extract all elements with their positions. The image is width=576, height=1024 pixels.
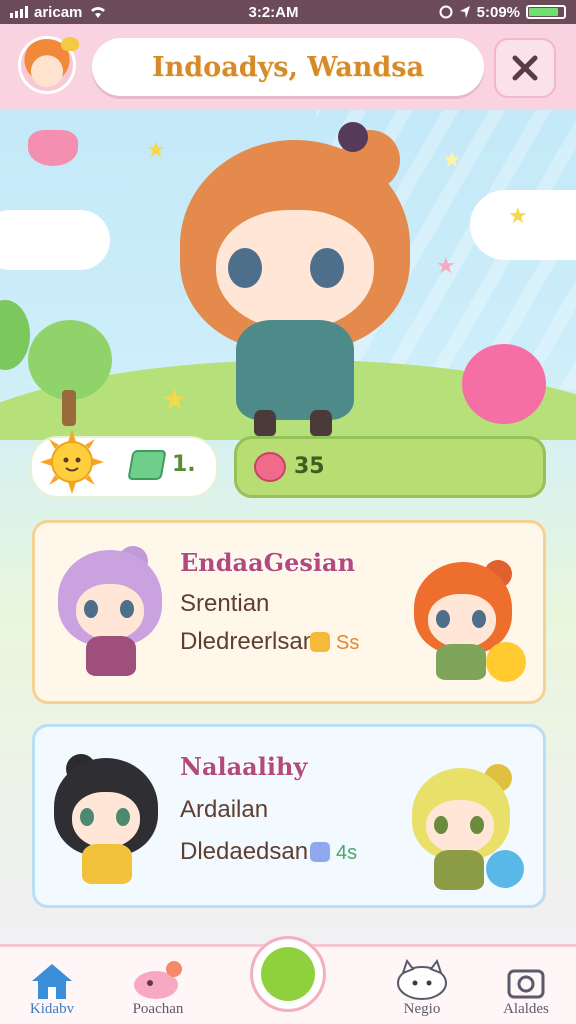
sun-icon	[40, 430, 104, 494]
pink-currency-value: 35	[294, 454, 325, 479]
character-scene: ★ ★ ★ ★ ★	[0, 110, 576, 440]
card-badge-value: 4s	[336, 842, 358, 864]
tree-trunk	[62, 390, 76, 426]
nav-pet[interactable]: Poachan	[108, 948, 208, 1022]
nav-home[interactable]: Kidabv	[2, 948, 102, 1022]
carrier-label: aricam	[34, 3, 83, 21]
card-subtitle: Ardailan	[180, 796, 269, 823]
card-subtitle: Srentian	[180, 590, 270, 617]
pink-blob-creature	[462, 344, 546, 424]
tree	[0, 300, 30, 370]
card-companion-portrait	[406, 760, 524, 896]
battery-percent: 5:09%	[476, 3, 520, 21]
card-title: Nalaalihy	[180, 752, 308, 781]
player-avatar[interactable]	[18, 36, 79, 94]
card-detail: Dledreerlsan	[180, 628, 317, 655]
sun-currency-value: 1.	[172, 452, 196, 477]
close-button[interactable]	[494, 38, 556, 98]
wifi-icon	[91, 7, 106, 18]
cloud	[0, 210, 110, 270]
clock: 3:2:AM	[248, 3, 299, 21]
heart-icon	[28, 130, 78, 166]
tree	[28, 320, 112, 400]
pet-icon	[134, 961, 182, 999]
nav-label: Negio	[403, 1001, 441, 1017]
cat-icon	[397, 959, 447, 1000]
card-detail: Dledaedsan	[180, 838, 309, 865]
nav-camera[interactable]: Alaldes	[476, 948, 576, 1022]
nav-label: Kidabv	[29, 1001, 75, 1017]
alarm-icon	[439, 5, 453, 19]
status-bar: aricam 3:2:AM 5:09%	[0, 0, 576, 24]
close-icon	[512, 55, 538, 81]
pink-gem-icon	[254, 452, 286, 482]
card-title: EndaaGesian	[180, 548, 356, 577]
card-character-portrait	[58, 544, 162, 684]
card-badge-icon	[310, 842, 330, 862]
signal-icon	[10, 6, 28, 18]
card-character-portrait	[52, 750, 160, 890]
player-title: Indoadys, Wandsa	[92, 38, 484, 96]
nav-label: Poachan	[132, 1001, 184, 1017]
home-icon	[32, 964, 72, 999]
star-icon: ★	[442, 148, 462, 173]
nav-label: Alaldes	[503, 1001, 549, 1017]
card-badge-value: Ss	[336, 632, 360, 654]
battery-icon	[526, 5, 566, 19]
card-badge-icon	[310, 632, 330, 652]
main-character[interactable]	[170, 120, 420, 440]
star-icon: ★	[436, 254, 456, 279]
location-icon	[459, 6, 470, 18]
nav-cat[interactable]: Negio	[372, 948, 472, 1022]
camera-icon	[507, 969, 545, 999]
green-gem-icon	[127, 450, 167, 480]
center-action-button[interactable]	[250, 936, 326, 1012]
star-icon: ★	[508, 204, 528, 229]
star-icon: ★	[146, 138, 166, 163]
card-companion-portrait	[408, 556, 526, 686]
